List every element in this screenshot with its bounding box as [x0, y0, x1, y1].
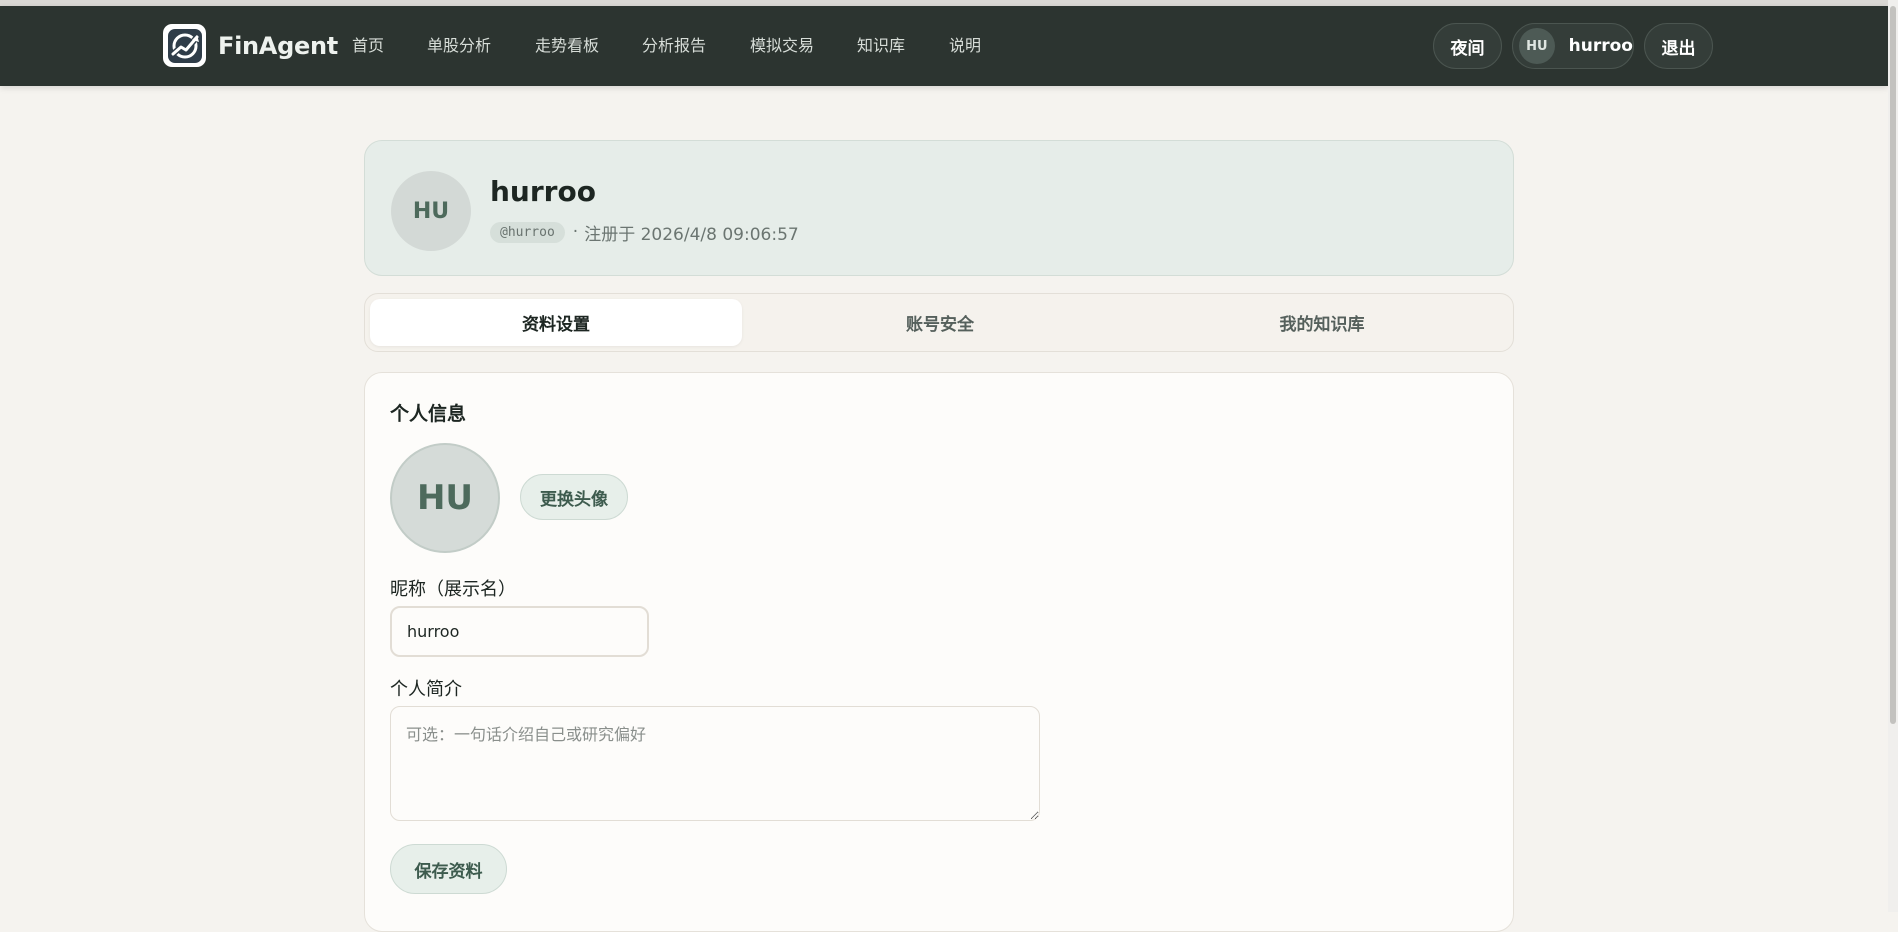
page-scrollbar[interactable] — [1888, 0, 1898, 912]
nickname-input[interactable] — [390, 606, 649, 657]
nav-item-knowledge-base[interactable]: 知识库 — [857, 30, 905, 62]
settings-tabs: 资料设置 账号安全 我的知识库 — [364, 293, 1514, 352]
tab-my-knowledge-base[interactable]: 我的知识库 — [1136, 299, 1508, 346]
tab-profile-settings[interactable]: 资料设置 — [370, 299, 742, 346]
tab-account-security[interactable]: 账号安全 — [754, 299, 1126, 346]
profile-avatar: HU — [391, 171, 471, 251]
scrollbar-thumb[interactable] — [1890, 6, 1896, 724]
avatar-preview: HU — [390, 443, 500, 553]
nav-item-paper-trading[interactable]: 模拟交易 — [750, 30, 814, 62]
save-profile-button[interactable]: 保存资料 — [390, 844, 507, 894]
nav-item-help[interactable]: 说明 — [949, 30, 981, 62]
nav-item-trend-board[interactable]: 走势看板 — [535, 30, 599, 62]
registration-date: 注册于 2026/4/8 09:06:57 — [584, 224, 799, 245]
nav-item-home[interactable]: 首页 — [352, 30, 384, 62]
section-title: 个人信息 — [390, 403, 467, 425]
bio-textarea[interactable] — [390, 706, 1040, 821]
profile-settings-panel: 个人信息 HU 更换头像 昵称（展示名） 个人简介 保存资料 — [364, 372, 1514, 932]
finagent-logo-icon[interactable] — [163, 24, 206, 67]
user-name: hurroo — [1568, 36, 1633, 56]
top-navbar: FinAgent 首页 单股分析 走势看板 分析报告 模拟交易 知识库 说明 夜… — [0, 6, 1888, 86]
nav-item-stock-analysis[interactable]: 单股分析 — [427, 30, 491, 62]
bio-label: 个人简介 — [390, 679, 462, 700]
brand-name[interactable]: FinAgent — [218, 26, 338, 66]
username-handle-badge: @hurroo — [490, 221, 565, 243]
logout-button[interactable]: 退出 — [1644, 23, 1713, 69]
change-avatar-button[interactable]: 更换头像 — [520, 474, 628, 520]
night-mode-toggle[interactable]: 夜间 — [1433, 23, 1502, 69]
profile-display-name: hurroo — [490, 175, 596, 208]
nav-item-analysis-reports[interactable]: 分析报告 — [642, 30, 706, 62]
user-menu-button[interactable]: HU hurroo — [1512, 23, 1634, 69]
avatar: HU — [1519, 28, 1555, 64]
nickname-label: 昵称（展示名） — [390, 579, 516, 600]
meta-separator: · — [572, 222, 579, 242]
profile-meta: @hurroo · 注册于 2026/4/8 09:06:57 — [490, 219, 799, 245]
profile-header-card: HU hurroo @hurroo · 注册于 2026/4/8 09:06:5… — [364, 140, 1514, 276]
